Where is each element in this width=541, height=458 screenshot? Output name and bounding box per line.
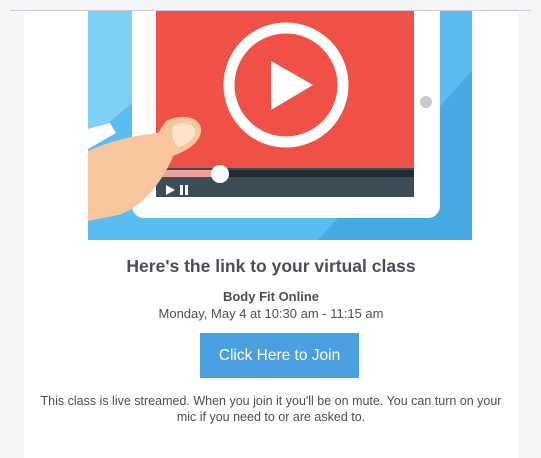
class-name: Body Fit Online	[222, 289, 320, 304]
video-hero-illustration	[88, 11, 472, 240]
email-card: Here's the link to your virtual class Bo…	[24, 11, 518, 458]
scrubber-handle-icon	[211, 165, 229, 183]
join-class-button[interactable]: Click Here to Join	[200, 333, 359, 378]
live-stream-note: This class is live streamed. When you jo…	[40, 394, 502, 424]
home-button-icon	[420, 96, 432, 108]
pause-icon	[180, 185, 183, 195]
email-headline: Here's the link to your virtual class	[126, 256, 416, 276]
class-datetime: Monday, May 4 at 10:30 am - 11:15 am	[158, 306, 384, 321]
